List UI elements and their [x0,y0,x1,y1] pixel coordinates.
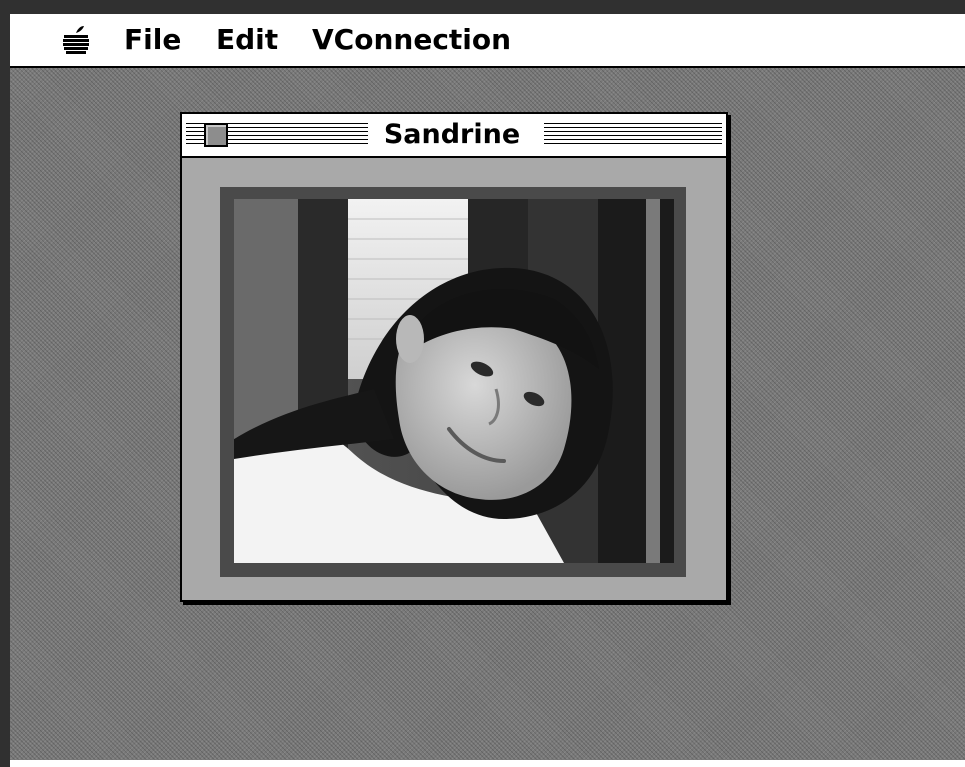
photo-frame [220,187,686,577]
menu-edit[interactable]: Edit [216,24,278,56]
window-title: Sandrine [372,117,532,153]
window-title-bar[interactable]: Sandrine [182,114,726,158]
screen: File Edit VConnection Sandrine [0,0,965,767]
close-box-icon[interactable] [204,123,228,147]
portrait-photo [234,199,674,563]
photo-window: Sandrine [180,112,728,602]
menu-file[interactable]: File [124,24,181,56]
bezel-top [0,0,965,14]
title-bar-stripes-right [544,123,722,146]
bezel-left [0,0,10,767]
menu-vconnection[interactable]: VConnection [312,24,511,56]
menu-bar: File Edit VConnection [10,14,965,68]
apple-icon[interactable] [62,24,90,58]
